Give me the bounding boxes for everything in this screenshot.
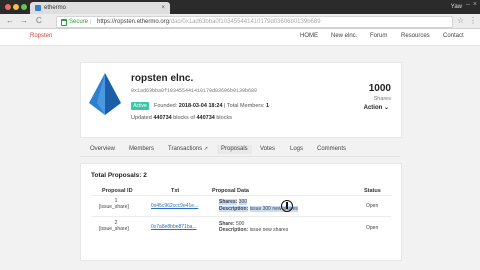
mouse-cursor-icon — [281, 200, 293, 212]
updated-suffix: blocks — [216, 115, 232, 121]
site-navbar: Ropsten HOME New elnc. Forum Resources C… — [0, 29, 480, 46]
proposals-card: Total Proposals: 2 Proposal ID Txt Propo… — [80, 163, 402, 261]
proposal-description: Description: issue new shares — [219, 227, 288, 233]
status-value: Open — [366, 225, 379, 231]
founded-value: 2018-03-04 18:24 — [178, 103, 223, 109]
proposal-type: [issue_share] — [99, 226, 129, 232]
profile-name[interactable]: Yaw — [451, 2, 462, 12]
nav-forum[interactable]: Forum — [370, 33, 387, 39]
members-count: 1 — [266, 103, 270, 109]
dao-logo-icon — [89, 73, 121, 115]
tab-close-icon[interactable]: × — [161, 2, 165, 14]
close-window-icon[interactable]: × — [473, 1, 477, 8]
forward-icon[interactable]: → — [20, 16, 28, 26]
tab-title: ethermo — [44, 5, 67, 11]
reload-icon[interactable]: C — [36, 16, 42, 26]
secure-label: Secure — [69, 19, 89, 25]
shares-label: Shares: — [219, 199, 238, 205]
url-text: https://ropsten.ethermo.org/dao/0x1ad63b… — [97, 17, 321, 27]
sync-status: Updated 440734 blocks of 440734 blocks — [131, 115, 232, 121]
tab-logs[interactable]: Logs — [290, 146, 303, 152]
browser-tab[interactable]: ethermo × — [30, 2, 170, 14]
url-input[interactable]: Secure | https://ropsten.ethermo.org/dao… — [56, 16, 453, 28]
tab-members[interactable]: Members — [129, 146, 154, 152]
header-divider — [91, 195, 391, 196]
url-path: /dao/0x1ad63bba0f103455441410179d03606b0… — [169, 19, 321, 25]
shares-label: Shares — [373, 96, 391, 102]
tx-hash-link[interactable]: 0x45c962ccc9e41e... — [151, 203, 198, 209]
dao-address: 0x1ad63bba0f103455441410179d03606b0139b6… — [131, 88, 258, 94]
tab-transactions[interactable]: Transactions ↗ — [168, 146, 208, 152]
browser-menu-icon[interactable]: ⋮ — [469, 16, 477, 26]
external-link-icon: ↗ — [203, 146, 208, 152]
updated-prefix: Updated — [131, 115, 152, 121]
founded-label: Founded: — [154, 103, 178, 109]
proposal-data: Shares: 300 — [219, 199, 248, 205]
nav-home[interactable]: HOME — [300, 33, 318, 39]
action-label: Action — [363, 105, 383, 111]
tx-hash-link[interactable]: 0x7a8e8bbe871ba... — [151, 224, 197, 230]
tab-transactions-label: Transactions — [168, 146, 203, 152]
tab-proposals[interactable]: Proposals — [217, 145, 252, 154]
tab-comments[interactable]: Comments — [317, 146, 346, 152]
col-tx: Txt — [171, 188, 180, 194]
description-label: Description: — [219, 206, 249, 212]
nav-resources[interactable]: Resources — [401, 33, 430, 39]
updated-mid: blocks of — [173, 115, 195, 121]
window-close-dot[interactable] — [5, 4, 11, 10]
lock-icon — [61, 19, 67, 26]
status-badge: Active — [131, 102, 149, 110]
tab-votes[interactable]: Votes — [260, 146, 275, 152]
row-divider — [91, 216, 391, 217]
description-value: issue new shares — [249, 227, 289, 233]
updated-blocks: 440734 — [153, 115, 172, 121]
dao-summary-card: ropsten elnc. 0x1ad63bba0f10345544141017… — [80, 62, 402, 138]
action-dropdown[interactable]: Action ⌄ — [364, 104, 389, 111]
tab-overview[interactable]: Overview — [90, 146, 115, 152]
nav-new-elnc[interactable]: New elnc. — [331, 33, 357, 39]
founded-info: Founded: 2018-03-04 18:24 | Total Member… — [154, 103, 269, 109]
status-value: Open — [366, 203, 379, 209]
dao-tabs: Overview Members Transactions ↗ Proposal… — [80, 144, 400, 157]
chevron-down-icon: ⌄ — [383, 105, 389, 111]
col-proposal-id: Proposal ID — [102, 188, 133, 194]
url-separator: | — [90, 19, 92, 25]
shares-count: 1000 — [368, 83, 391, 94]
members-label: | Total Members: — [224, 103, 265, 109]
proposal-type: [issue_share] — [99, 204, 129, 210]
browser-titlebar: ethermo × Yaw – × — [0, 0, 480, 14]
col-proposal-data: Proposal Data — [212, 188, 249, 194]
shares-value: 300 — [238, 199, 248, 205]
favicon-icon — [35, 5, 41, 11]
dao-name: ropsten elnc. — [131, 73, 194, 84]
back-icon[interactable]: ← — [6, 16, 14, 26]
bookmark-star-icon[interactable]: ☆ — [457, 16, 464, 26]
window-zoom-dot[interactable] — [21, 4, 27, 10]
window-minimize-dot[interactable] — [13, 4, 19, 10]
description-label: Description: — [219, 227, 249, 233]
updated-total: 440734 — [196, 115, 215, 121]
brand-link[interactable]: Ropsten — [30, 33, 52, 39]
col-status: Status — [364, 188, 381, 194]
address-bar: ← → C Secure | https://ropsten.ethermo.o… — [0, 14, 480, 29]
total-proposals: Total Proposals: 2 — [91, 172, 147, 179]
nav-contact[interactable]: Contact — [443, 33, 464, 39]
minimize-icon[interactable]: – — [466, 1, 470, 8]
url-host: https://ropsten.ethermo.org — [97, 19, 170, 25]
